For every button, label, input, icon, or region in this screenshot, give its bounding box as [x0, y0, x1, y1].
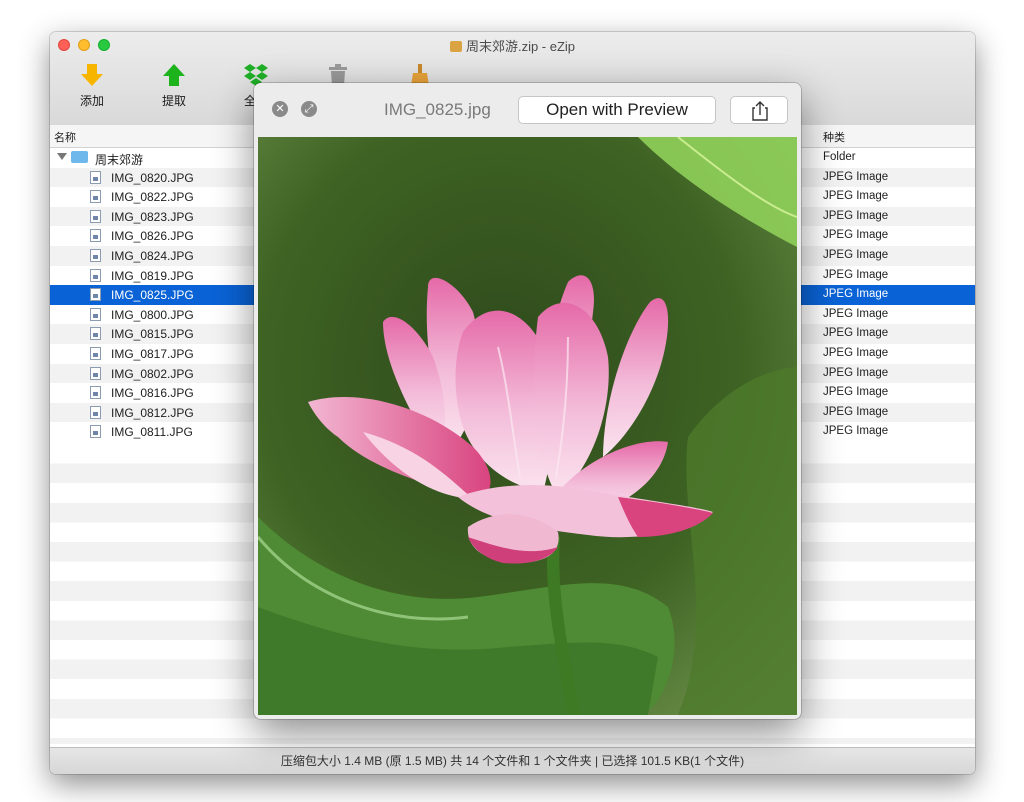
add-arrow-down-icon — [81, 64, 103, 86]
file-name: IMG_0819.JPG — [111, 268, 194, 283]
image-file-icon — [90, 288, 101, 302]
image-file-icon — [90, 425, 101, 439]
folder-icon — [71, 151, 88, 163]
file-kind: JPEG Image — [823, 268, 889, 281]
file-name: IMG_0817.JPG — [111, 346, 194, 361]
file-kind: JPEG Image — [823, 327, 889, 340]
zip-file-icon — [449, 41, 462, 52]
file-kind: JPEG Image — [823, 366, 889, 379]
toolbar-add-button[interactable]: 添加 — [62, 62, 122, 109]
extract-arrow-up-icon — [163, 64, 185, 86]
file-kind: JPEG Image — [823, 386, 889, 399]
toolbar-add-label: 添加 — [79, 94, 104, 108]
file-kind: JPEG Image — [823, 405, 889, 418]
status-bar: 压缩包大小 1.4 MB (原 1.5 MB) 共 14 个文件和 1 个文件夹… — [50, 747, 975, 774]
window-title: 周末郊游.zip - eZip — [50, 36, 975, 55]
image-file-icon — [90, 366, 101, 380]
pink-lotus-flower-image — [258, 137, 797, 715]
file-name: IMG_0820.JPG — [111, 170, 194, 185]
column-kind-header[interactable]: 种类 — [823, 129, 845, 145]
file-name: IMG_0811.JPG — [111, 425, 193, 440]
open-with-preview-button[interactable]: Open with Preview — [518, 96, 716, 124]
file-name: IMG_0800.JPG — [111, 307, 194, 322]
file-kind: JPEG Image — [823, 288, 889, 301]
file-name: IMG_0816.JPG — [111, 386, 194, 401]
file-name: IMG_0815.JPG — [111, 327, 194, 342]
share-icon — [752, 101, 768, 121]
column-name-header[interactable]: 名称 — [54, 129, 76, 145]
file-name: IMG_0802.JPG — [111, 366, 194, 381]
toolbar-extract-button[interactable]: 提取 — [144, 62, 204, 109]
window-title-text: 周末郊游.zip - eZip — [465, 39, 576, 54]
quicklook-filename: IMG_0825.jpg — [384, 100, 491, 119]
quicklook-toolbar: ✕ ⤢ IMG_0825.jpg Open with Preview — [254, 83, 801, 135]
image-file-icon — [90, 405, 101, 419]
file-kind: JPEG Image — [823, 229, 889, 242]
image-file-icon — [90, 307, 101, 321]
file-name: IMG_0825.JPG — [111, 288, 194, 303]
image-file-icon — [90, 229, 101, 243]
image-file-icon — [90, 170, 101, 184]
file-kind: JPEG Image — [823, 248, 889, 261]
image-file-icon — [90, 346, 101, 360]
close-icon[interactable]: ✕ — [272, 101, 288, 117]
file-name: IMG_0826.JPG — [111, 229, 194, 244]
share-button[interactable] — [730, 96, 788, 124]
image-file-icon — [90, 268, 101, 282]
file-name: IMG_0823.JPG — [111, 209, 194, 224]
image-file-icon — [90, 386, 101, 400]
image-file-icon — [90, 248, 101, 262]
fullscreen-icon[interactable]: ⤢ — [301, 101, 317, 117]
file-name: 周末郊游 — [95, 153, 144, 167]
image-file-icon — [90, 190, 101, 204]
file-name: IMG_0822.JPG — [111, 190, 194, 205]
file-name: IMG_0812.JPG — [111, 405, 194, 420]
toolbar-extract-label: 提取 — [161, 94, 186, 108]
file-kind: JPEG Image — [823, 190, 889, 203]
file-name: IMG_0824.JPG — [111, 248, 194, 263]
disclosure-triangle-icon[interactable] — [57, 153, 67, 160]
file-kind: JPEG Image — [823, 346, 889, 359]
file-kind: JPEG Image — [823, 307, 889, 320]
file-kind: JPEG Image — [823, 425, 889, 438]
file-kind: JPEG Image — [823, 170, 889, 183]
file-kind: JPEG Image — [823, 209, 889, 222]
image-file-icon — [90, 209, 101, 223]
quicklook-panel: ✕ ⤢ IMG_0825.jpg Open with Preview — [254, 83, 801, 719]
image-file-icon — [90, 327, 101, 341]
file-kind: Folder — [823, 151, 856, 163]
